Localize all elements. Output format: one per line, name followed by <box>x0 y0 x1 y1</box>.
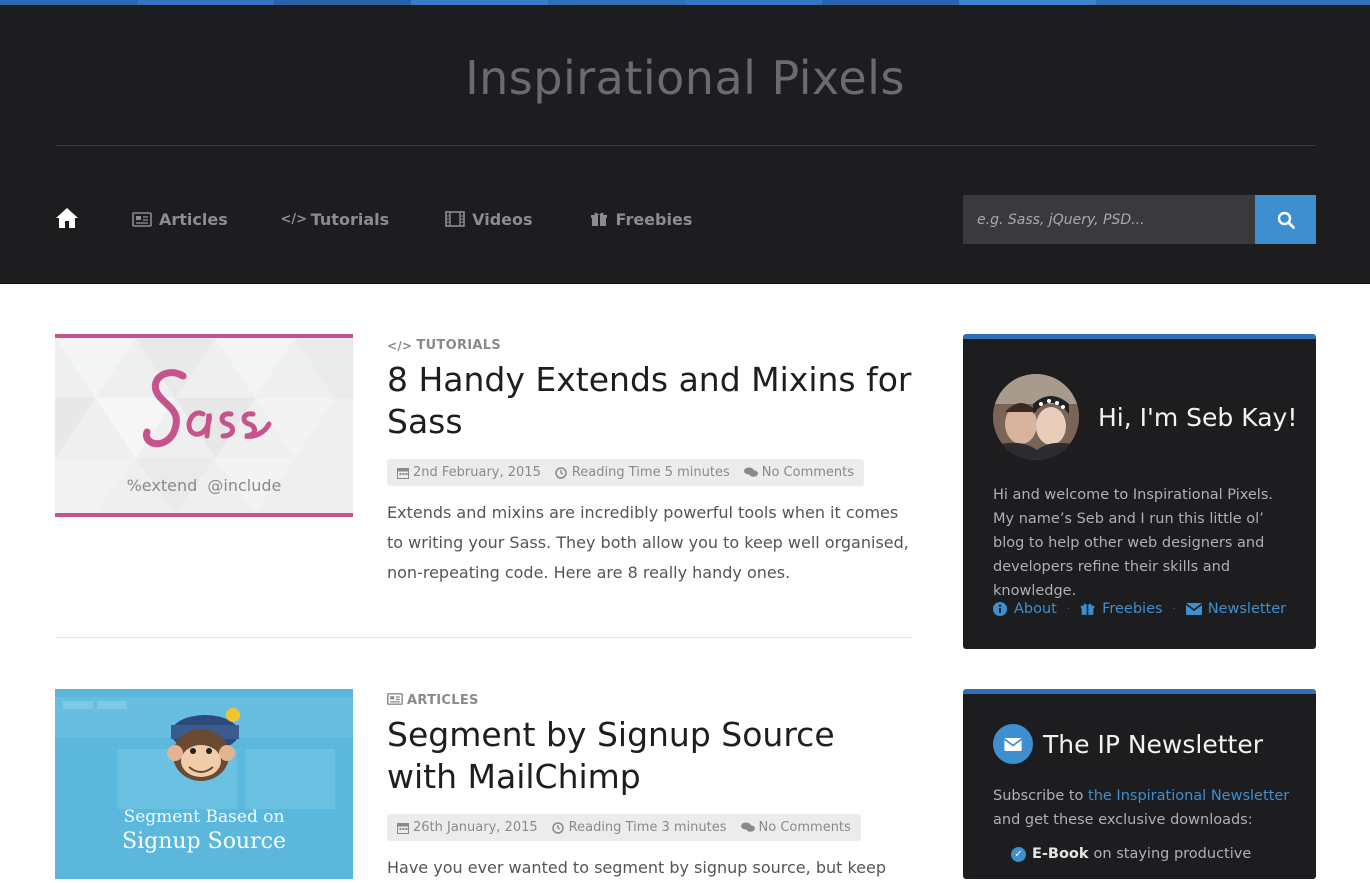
newsletter-link[interactable]: Newsletter <box>1185 601 1286 617</box>
post-excerpt: Extends and mixins are incredibly powerf… <box>387 503 909 582</box>
about-title: Hi, I'm Seb Kay! <box>1098 402 1298 432</box>
gift-icon <box>588 211 610 227</box>
search-form <box>963 195 1316 244</box>
post-comments[interactable]: No Comments <box>743 465 854 480</box>
post-date: 2nd February, 2015 <box>397 465 541 480</box>
post-category[interactable]: ARTICLES <box>387 693 912 708</box>
newsletter-widget: The IP Newsletter Subscribe to the Inspi… <box>963 689 1316 879</box>
post-card: %extend @include </> TUTORIALS 8 Handy E… <box>55 334 912 594</box>
thumbnail-line2: Signup Source <box>122 829 286 854</box>
about-link[interactable]: About <box>993 601 1057 617</box>
post-body: ARTICLES Segment by Signup Source with M… <box>387 693 912 883</box>
post-thumbnail[interactable]: Segment Based on Signup Source <box>55 689 353 879</box>
search-input[interactable] <box>963 195 1255 244</box>
search-button[interactable] <box>1255 195 1316 244</box>
calendar-icon <box>397 822 409 834</box>
post-date: 26th January, 2015 <box>397 820 538 835</box>
about-widget: Hi, I'm Seb Kay! Hi and welcome to Inspi… <box>963 334 1316 649</box>
link-separator: · <box>1066 603 1071 615</box>
code-icon: </> <box>387 338 413 353</box>
nav-label: Tutorials <box>310 209 390 229</box>
nav-item-freebies[interactable]: Freebies <box>588 209 693 229</box>
newspaper-icon <box>131 211 153 227</box>
about-text: Hi and welcome to Inspirational Pixels. … <box>993 487 1274 599</box>
newsletter-header: The IP Newsletter <box>993 724 1263 764</box>
newsletter-text: Subscribe to the Inspirational Newslette… <box>993 788 1290 828</box>
about-header: Hi, I'm Seb Kay! <box>993 374 1297 460</box>
post-divider <box>55 637 912 638</box>
nav-label: Freebies <box>615 209 693 229</box>
search-icon <box>1277 211 1295 229</box>
nav-label: Articles <box>159 209 228 229</box>
post-card: Segment Based on Signup Source ARTICLES … <box>55 689 912 879</box>
post-comments[interactable]: No Comments <box>740 820 851 835</box>
post-reading-time: Reading Time 3 minutes <box>551 820 727 835</box>
post-meta: 2nd February, 2015 Reading Time 5 minute… <box>387 459 865 486</box>
site-logo[interactable]: Inspirational Pixels <box>0 51 1370 105</box>
about-links: About · Freebies · Newsletter <box>993 601 1286 617</box>
newspaper-icon <box>387 693 403 708</box>
link-separator: · <box>1172 603 1176 615</box>
avatar <box>993 374 1079 460</box>
nav-label: Videos <box>472 209 533 229</box>
clock-icon <box>551 821 564 834</box>
nav-item-articles[interactable]: Articles <box>131 210 228 229</box>
home-icon[interactable] <box>55 207 79 231</box>
thumbnail-line1: Segment Based on <box>123 807 285 827</box>
envelope-icon <box>993 724 1033 764</box>
newsletter-title: The IP Newsletter <box>1043 729 1263 759</box>
code-icon: </> <box>280 211 308 227</box>
thumbnail-caption: %extend @include <box>126 476 282 495</box>
post-meta: 26th January, 2015 Reading Time 3 minute… <box>387 814 861 841</box>
nav-item-tutorials[interactable]: </> Tutorials <box>280 209 390 229</box>
film-icon <box>444 211 466 227</box>
clock-icon <box>555 466 567 479</box>
header-divider <box>55 145 1316 146</box>
post-excerpt: Have you ever wanted to segment by signu… <box>387 858 887 877</box>
site-header: Inspirational Pixels Articles </> Tutori… <box>0 5 1370 284</box>
newsletter-download-item: ✓ E-Book on staying productive <box>1011 846 1251 862</box>
freebies-link[interactable]: Freebies <box>1080 601 1163 617</box>
check-icon: ✓ <box>1011 846 1026 862</box>
comments-icon <box>740 822 755 832</box>
envelope-icon <box>1185 603 1202 615</box>
post-thumbnail[interactable]: %extend @include <box>55 334 353 517</box>
post-title[interactable]: 8 Handy Extends and Mixins for Sass <box>387 359 912 443</box>
comments-icon <box>743 467 758 477</box>
gift-icon <box>1080 603 1095 615</box>
post-category[interactable]: </> TUTORIALS <box>387 338 912 353</box>
info-icon <box>993 602 1007 616</box>
main-nav: Articles </> Tutorials Videos Freebies <box>55 196 747 242</box>
newsletter-signup-link[interactable]: the Inspirational Newsletter <box>1088 788 1289 804</box>
post-title[interactable]: Segment by Signup Source with MailChimp <box>387 714 912 798</box>
calendar-icon <box>397 467 409 479</box>
nav-item-videos[interactable]: Videos <box>444 209 533 229</box>
post-reading-time: Reading Time 5 minutes <box>555 465 730 480</box>
post-body: </> TUTORIALS 8 Handy Extends and Mixins… <box>387 338 912 588</box>
